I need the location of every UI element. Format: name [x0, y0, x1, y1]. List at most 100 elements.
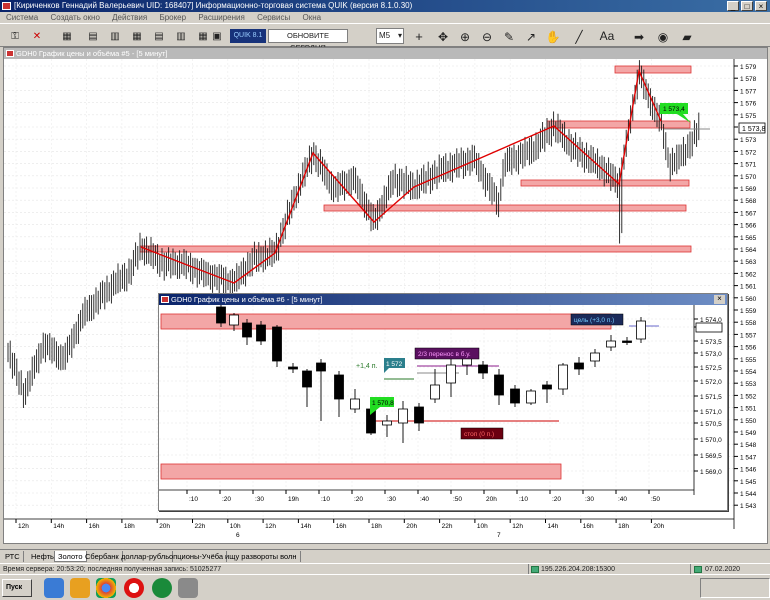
price-tick-label: 1 578 [740, 76, 757, 83]
maximize-button[interactable]: □ [741, 1, 753, 11]
menu-extensions[interactable]: Расширения [198, 13, 245, 22]
settings-icon[interactable]: ▣ [208, 27, 226, 45]
minimize-button[interactable]: _ [727, 1, 739, 11]
menu-broker[interactable]: Брокер [159, 13, 186, 22]
tab-wave-reversals[interactable]: ищу развороты волн [222, 551, 301, 562]
menu-actions[interactable]: Действия [112, 13, 147, 22]
close-button[interactable]: × [755, 1, 767, 11]
candle-body [316, 362, 326, 372]
price-tick-label: 1 543 [740, 503, 757, 510]
explorer-icon[interactable] [44, 578, 64, 598]
price-tick-label: 1 557 [740, 332, 757, 339]
key-icon[interactable]: ⚿ [6, 27, 24, 45]
tab-usd-rub[interactable]: доллар-рубль [118, 551, 174, 562]
quotes-icon[interactable]: ▥ [106, 27, 124, 45]
new-table-icon[interactable]: ▦ [58, 27, 76, 45]
time-tick-label: 12h [265, 523, 276, 530]
menu-windows[interactable]: Окна [302, 13, 321, 22]
chart-window-detail[interactable]: GDH0 График цены и объёма #6 - [5 минут]… [158, 293, 728, 511]
price-tick-label: 1 554 [740, 369, 757, 376]
price-tick-label: 1 552 [740, 393, 757, 400]
price-tick-label: 1 556 [740, 345, 757, 352]
detail-chart-title: GDH0 График цены и объёма #6 - [5 минут] [171, 295, 323, 304]
callout-text: 1 573,4 [663, 106, 685, 113]
detail-time-tick-label: :10 [189, 496, 198, 503]
price-tick-label: 1 551 [740, 406, 757, 413]
candle-body [242, 322, 252, 338]
detail-time-tick-label: 19h [288, 496, 299, 503]
time-tick-label: 18h [618, 523, 629, 530]
timeframe-select[interactable]: M5 [376, 28, 404, 44]
detail-price-tick-label: 1 570,5 [700, 421, 722, 428]
candle-body [606, 340, 616, 348]
hide-icon[interactable]: ◉ [654, 27, 672, 45]
start-button[interactable]: Пуск [2, 579, 32, 597]
detail-price-tick-label: 1 573,5 [700, 339, 722, 346]
trades-icon[interactable]: ▤ [150, 27, 168, 45]
candle-body [430, 384, 440, 400]
quik-taskbar-icon[interactable] [152, 578, 172, 598]
candle-body [636, 320, 646, 340]
time-tick-label: 20h [653, 523, 664, 530]
price-tick-label: 1 558 [740, 320, 757, 327]
transfer-label: 2/3 перенос в б.у. [418, 350, 471, 358]
text-tool[interactable]: Aa [596, 27, 618, 45]
chart-window-title-bar: GDH0 График цены и объёма #5 - [5 минут] [4, 48, 767, 59]
time-tick-label: 10h [230, 523, 241, 530]
opera-icon[interactable] [124, 578, 144, 598]
detail-chart-window-icon [161, 296, 169, 303]
status-bar: Время сервера: 20:53:20; последняя получ… [0, 563, 770, 575]
time-tick-label: 12h [512, 523, 523, 530]
candle-body [302, 370, 312, 388]
tab-options[interactable]: опционы-Учёба [166, 551, 228, 562]
time-tick-label: 16h [583, 523, 594, 530]
hand-icon[interactable]: ✋ [544, 27, 562, 45]
media-player-icon[interactable] [70, 578, 90, 598]
support-zone [323, 204, 687, 212]
price-tick-label: 1 559 [740, 308, 757, 315]
arrow-icon[interactable]: ➡ [630, 27, 648, 45]
tab-rts[interactable]: РТС [2, 551, 24, 562]
zoom-in-icon[interactable]: ⊕ [456, 27, 474, 45]
detail-price-tick-label: 1 573,0 [700, 351, 722, 358]
detail-price-tick-label: 1 571,5 [700, 394, 722, 401]
orders-icon[interactable]: ▦ [128, 27, 146, 45]
tool-taskbar-icon[interactable] [178, 578, 198, 598]
chrome-icon[interactable] [96, 578, 116, 598]
candle-body [334, 374, 344, 400]
crosshair-icon[interactable]: + [410, 27, 428, 45]
line-tool-icon[interactable]: ╱ [570, 27, 588, 45]
detail-close-button[interactable]: × [714, 295, 725, 304]
time-tick-label: 14h [300, 523, 311, 530]
price-tick-label: 1 562 [740, 271, 757, 278]
menu-create-window[interactable]: Создать окно [50, 13, 99, 22]
chart-window-icon[interactable]: ▤ [84, 27, 102, 45]
portfolio-icon[interactable]: ▥ [172, 27, 190, 45]
stop-label: стоп (0 п.) [464, 431, 494, 438]
time-tick-label: 14h [548, 523, 559, 530]
candle-body [494, 374, 504, 396]
drawings-icon[interactable]: ▰ [678, 27, 696, 45]
menu-services[interactable]: Сервисы [257, 13, 290, 22]
calendar-icon [694, 566, 702, 573]
quik-version-button[interactable]: QUIK 8.1 [230, 29, 266, 43]
price-tick-label: 1 545 [740, 479, 757, 486]
time-tick-label: 18h [124, 523, 135, 530]
detail-time-tick-label: :20 [222, 496, 231, 503]
pointer-icon[interactable]: ↗ [522, 27, 540, 45]
zoom-out-icon[interactable]: ⊖ [478, 27, 496, 45]
detail-current-price-marker [695, 322, 723, 333]
workspace-tabs: РТС Нефть Золото Сбербанк доллар-рубль о… [0, 549, 770, 562]
disconnect-icon[interactable]: ✕ [28, 27, 46, 45]
price-tick-label: 1 563 [740, 259, 757, 266]
time-tick-label: 22h [195, 523, 206, 530]
move-icon[interactable]: ✥ [434, 27, 452, 45]
detail-price-chart[interactable]: цель (+3,0 п.) 2/3 перенос в б.у. +1,4 п… [159, 305, 727, 510]
update-today-button[interactable]: ОБНОВИТЕ СЕГОДНЯ [268, 29, 348, 52]
price-tick-label: 1 573 [740, 137, 757, 144]
ruler-icon[interactable]: ✎ [500, 27, 518, 45]
tab-sberbank[interactable]: Сбербанк [82, 551, 123, 562]
detail-time-tick-label: 20h [486, 496, 497, 503]
time-tick-label: 16h [89, 523, 100, 530]
menu-system[interactable]: Система [6, 13, 38, 22]
